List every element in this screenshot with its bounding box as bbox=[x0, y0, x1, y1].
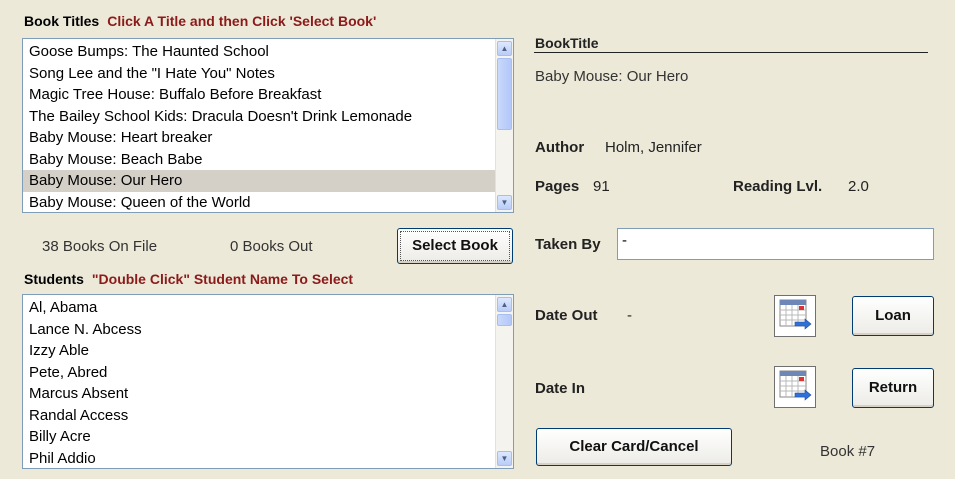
scroll-down-icon[interactable]: ▼ bbox=[497, 195, 512, 210]
taken-by-value: - bbox=[622, 232, 627, 249]
date-out-label: Date Out bbox=[535, 307, 598, 324]
book-titles-header: Book Titles Click A Title and then Click … bbox=[24, 13, 376, 29]
taken-by-label: Taken By bbox=[535, 236, 601, 253]
students-list[interactable]: Al, Abama Lance N. Abcess Izzy Able Pete, A… bbox=[22, 294, 514, 469]
author-value: Holm, Jennifer bbox=[605, 139, 702, 156]
student-item[interactable]: Phil Addio bbox=[23, 448, 513, 469]
calendar-icon bbox=[779, 299, 812, 330]
book-title-item[interactable]: Baby Mouse: Beach Babe bbox=[23, 149, 513, 171]
scroll-up-icon[interactable]: ▲ bbox=[497, 297, 512, 312]
date-out-calendar-button[interactable] bbox=[774, 295, 816, 337]
scroll-down-icon[interactable]: ▼ bbox=[497, 451, 512, 466]
book-title-item[interactable]: Baby Mouse: Heart breaker bbox=[23, 127, 513, 149]
students-instruction: "Double Click" Student Name To Select bbox=[91, 271, 354, 287]
student-item[interactable]: Billy Acre bbox=[23, 426, 513, 448]
book-title-item[interactable]: Baby Mouse: Our Hero bbox=[23, 170, 513, 192]
books-out: 0 Books Out bbox=[230, 238, 313, 255]
loan-button[interactable]: Loan bbox=[852, 296, 934, 336]
reading-level-value: 2.0 bbox=[848, 178, 869, 195]
book-title-item[interactable]: Goose Bumps: The Haunted School bbox=[23, 41, 513, 63]
pages-value: 91 bbox=[593, 178, 610, 195]
scroll-thumb[interactable] bbox=[497, 314, 512, 326]
student-item[interactable]: Pete, Abred bbox=[23, 362, 513, 384]
book-list-scrollbar[interactable]: ▲ ▼ bbox=[495, 39, 513, 212]
student-item[interactable]: Randal Access bbox=[23, 405, 513, 427]
student-item[interactable]: Lance N. Abcess bbox=[23, 319, 513, 341]
return-button[interactable]: Return bbox=[852, 368, 934, 408]
calendar-icon bbox=[779, 370, 812, 401]
author-label: Author bbox=[535, 139, 585, 156]
date-in-label: Date In bbox=[535, 380, 586, 397]
book-title-header: BookTitle bbox=[535, 35, 599, 51]
student-item[interactable]: Izzy Able bbox=[23, 340, 513, 362]
book-titles-instruction: Click A Title and then Click 'Select Boo… bbox=[107, 13, 377, 29]
book-title-item[interactable]: Baby Mouse: Queen of the World bbox=[23, 192, 513, 213]
book-title-item[interactable]: Magic Tree House: Buffalo Before Breakfa… bbox=[23, 84, 513, 106]
date-out-value: - bbox=[627, 307, 632, 324]
books-on-file: 38 Books On File bbox=[42, 238, 158, 255]
scroll-up-icon[interactable]: ▲ bbox=[497, 41, 512, 56]
header-divider bbox=[534, 52, 928, 53]
book-number: Book #7 bbox=[820, 443, 876, 460]
student-item[interactable]: Marcus Absent bbox=[23, 383, 513, 405]
book-title-item[interactable]: The Bailey School Kids: Dracula Doesn't … bbox=[23, 106, 513, 128]
book-titles-list[interactable]: Goose Bumps: The Haunted School Song Lee … bbox=[22, 38, 514, 213]
select-book-button[interactable]: Select Book bbox=[397, 228, 513, 264]
pages-label: Pages bbox=[535, 178, 580, 195]
clear-card-button[interactable]: Clear Card/Cancel bbox=[536, 428, 732, 466]
book-title-item[interactable]: Song Lee and the "I Hate You" Notes bbox=[23, 63, 513, 85]
students-heading: Students bbox=[24, 271, 84, 287]
book-titles-heading: Book Titles bbox=[24, 13, 100, 29]
reading-level-label: Reading Lvl. bbox=[733, 178, 823, 195]
scroll-thumb[interactable] bbox=[497, 58, 512, 130]
taken-by-field[interactable]: - bbox=[617, 228, 934, 260]
students-header: Students "Double Click" Student Name To S… bbox=[24, 271, 353, 287]
date-in-calendar-button[interactable] bbox=[774, 366, 816, 408]
student-item[interactable]: Al, Abama bbox=[23, 297, 513, 319]
student-list-scrollbar[interactable]: ▲ ▼ bbox=[495, 295, 513, 468]
book-title-value: Baby Mouse: Our Hero bbox=[535, 68, 689, 85]
